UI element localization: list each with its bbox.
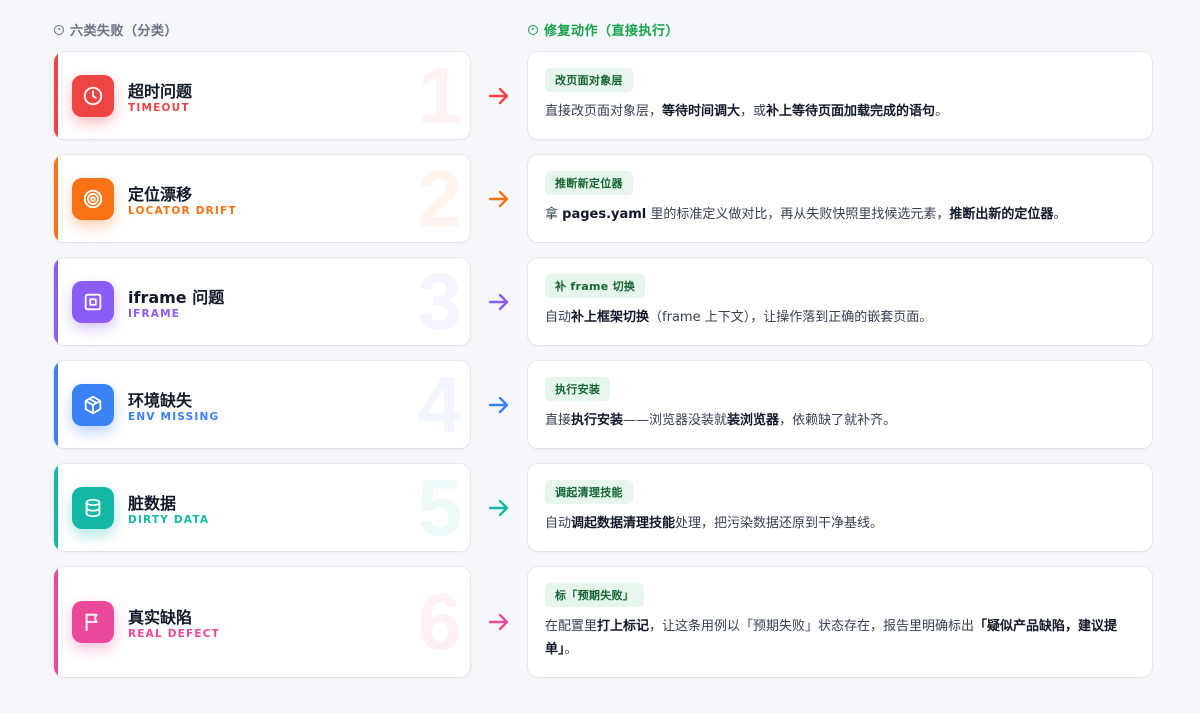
- category-card: 2 定位漂移 LOCATOR DRIFT: [54, 155, 470, 242]
- category-card: 5 脏数据 DIRTY DATA: [54, 464, 470, 551]
- emphasis-text: pages.yaml: [562, 207, 647, 222]
- fix-action-description: 在配置里打上标记，让这条用例以「预期失败」状态存在，报告里明确标出「疑似产品缺陷…: [545, 615, 1132, 661]
- description-text: 里的标准定义做对比，再从失败快照里找候选元素，: [646, 207, 950, 222]
- fix-action-card: 改页面对象层直接改页面对象层，等待时间调大，或补上等待页面加载完成的语句。: [528, 52, 1152, 139]
- fix-action-description: 拿 pages.yaml 里的标准定义做对比，再从失败快照里找候选元素，推断出新…: [545, 203, 1132, 226]
- fix-action-description: 直接执行安装——浏览器没装就装浏览器，依赖缺了就补齐。: [545, 409, 1132, 432]
- fix-action-tag: 改页面对象层: [545, 68, 633, 92]
- accent-bar: [54, 155, 58, 242]
- clock-icon: [54, 24, 64, 35]
- fix-action-card: 调起清理技能自动调起数据清理技能处理，把污染数据还原到干净基线。: [528, 464, 1152, 551]
- accent-bar: [54, 567, 58, 677]
- arrow-right-icon: [488, 499, 509, 516]
- row-number: 3: [417, 258, 463, 345]
- arrow-right-icon: [488, 87, 509, 104]
- fix-action-card: 标「预期失败」在配置里打上标记，让这条用例以「预期失败」状态存在，报告里明确标出…: [528, 567, 1152, 677]
- left-column-header: 六类失败（分类）: [54, 20, 178, 39]
- description-text: 拿: [545, 207, 563, 222]
- left-header-text: 六类失败（分类）: [70, 24, 179, 39]
- fix-action-tag: 调起清理技能: [545, 480, 633, 504]
- package-icon: [72, 383, 114, 426]
- category-subtitle: IFRAME: [128, 307, 181, 320]
- emphasis-text: 执行安装: [571, 413, 624, 428]
- row-number: 4: [417, 361, 463, 448]
- category-title: 定位漂移: [128, 184, 193, 204]
- fix-action-description: 自动调起数据清理技能处理，把污染数据还原到干净基线。: [545, 512, 1132, 535]
- emphasis-text: 推断出新的定位器: [949, 207, 1054, 222]
- arrow-right-icon: [488, 190, 509, 207]
- row-number: 2: [417, 155, 463, 242]
- flag-icon: [72, 601, 114, 643]
- category-card: 6 真实缺陷 REAL DEFECT: [54, 567, 470, 677]
- accent-bar: [54, 361, 58, 448]
- description-text: ——浏览器没装就: [623, 413, 728, 428]
- arrow-right-icon: [488, 293, 509, 310]
- fix-action-tag: 补 frame 切换: [545, 274, 646, 298]
- description-text: 处理，把污染数据还原到干净基线。: [675, 516, 884, 531]
- category-subtitle: DIRTY DATA: [128, 513, 210, 526]
- description-text: 自动: [545, 310, 572, 325]
- right-header-text: 修复动作（直接执行）: [544, 24, 680, 39]
- description-text: 直接: [545, 413, 572, 428]
- description-text: ，让这条用例以「预期失败」状态存在，报告里明确标出: [649, 619, 975, 634]
- description-text: ，依赖缺了就补齐。: [779, 413, 897, 428]
- fix-action-card: 补 frame 切换自动补上框架切换（frame 上下文），让操作落到正确的嵌套…: [528, 258, 1152, 345]
- category-card: 1 超时问题 TIMEOUT: [54, 52, 470, 139]
- target-icon: [72, 177, 114, 220]
- category-title: 脏数据: [128, 493, 177, 513]
- category-title: 超时问题: [128, 81, 193, 101]
- category-title: 真实缺陷: [128, 608, 193, 627]
- description-text: 。: [935, 104, 949, 119]
- category-subtitle: ENV MISSING: [128, 410, 220, 423]
- category-subtitle: REAL DEFECT: [128, 628, 221, 640]
- fix-action-card: 推断新定位器拿 pages.yaml 里的标准定义做对比，再从失败快照里找候选元…: [528, 155, 1152, 242]
- fix-action-card: 执行安装 直接执行安装——浏览器没装就装浏览器，依赖缺了就补齐。: [528, 361, 1152, 448]
- accent-bar: [54, 258, 58, 345]
- row-number: 5: [417, 464, 463, 551]
- category-card: 4 环境缺失 ENV MISSING: [54, 361, 470, 448]
- database-icon: [72, 486, 114, 529]
- fix-action-tag: 推断新定位器: [545, 171, 633, 195]
- category-subtitle: LOCATOR DRIFT: [128, 204, 237, 217]
- emphasis-text: 装浏览器: [727, 413, 780, 428]
- target-icon: [528, 24, 538, 35]
- frame-icon: [72, 280, 114, 323]
- accent-bar: [54, 464, 58, 551]
- category-subtitle: TIMEOUT: [128, 101, 190, 114]
- emphasis-text: 补上框架切换: [571, 310, 650, 325]
- right-column-header: 修复动作（直接执行）: [528, 20, 679, 39]
- arrow-right-icon: [488, 396, 509, 413]
- fix-action-description: 自动补上框架切换（frame 上下文），让操作落到正确的嵌套页面。: [545, 306, 1132, 329]
- failure-repair-diagram: 六类失败（分类） 修复动作（直接执行） 1 超时问题 TIMEOUT 改页面对象层直接…: [0, 0, 1200, 713]
- description-text: 在配置里: [545, 619, 598, 634]
- clock-icon: [72, 74, 114, 117]
- fix-action-description: 直接改页面对象层，等待时间调大，或补上等待页面加载完成的语句。: [545, 100, 1132, 123]
- arrow-right-icon: [488, 613, 509, 631]
- category-card: 3 iframe 问题 IFRAME: [54, 258, 470, 345]
- fix-action-tag: 执行安装: [545, 377, 611, 401]
- fix-action-tag: 标「预期失败」: [545, 583, 645, 607]
- description-text: （frame 上下文），让操作落到正确的嵌套页面。: [649, 310, 933, 325]
- row-number: 1: [417, 52, 463, 139]
- description-text: 。: [1053, 207, 1067, 222]
- row-number: 6: [417, 577, 463, 666]
- category-title: 环境缺失: [128, 390, 193, 410]
- emphasis-text: 打上标记: [597, 619, 650, 634]
- emphasis-text: 等待时间调大: [662, 104, 741, 119]
- emphasis-text: 调起数据清理技能: [571, 516, 676, 531]
- description-text: 直接改页面对象层，: [545, 104, 663, 119]
- description-text: 。: [564, 642, 578, 657]
- category-title: iframe 问题: [128, 287, 225, 307]
- accent-bar: [54, 52, 58, 139]
- emphasis-text: 补上等待页面加载完成的语句: [766, 104, 936, 119]
- description-text: ，或: [740, 104, 767, 119]
- description-text: 自动: [545, 516, 572, 531]
